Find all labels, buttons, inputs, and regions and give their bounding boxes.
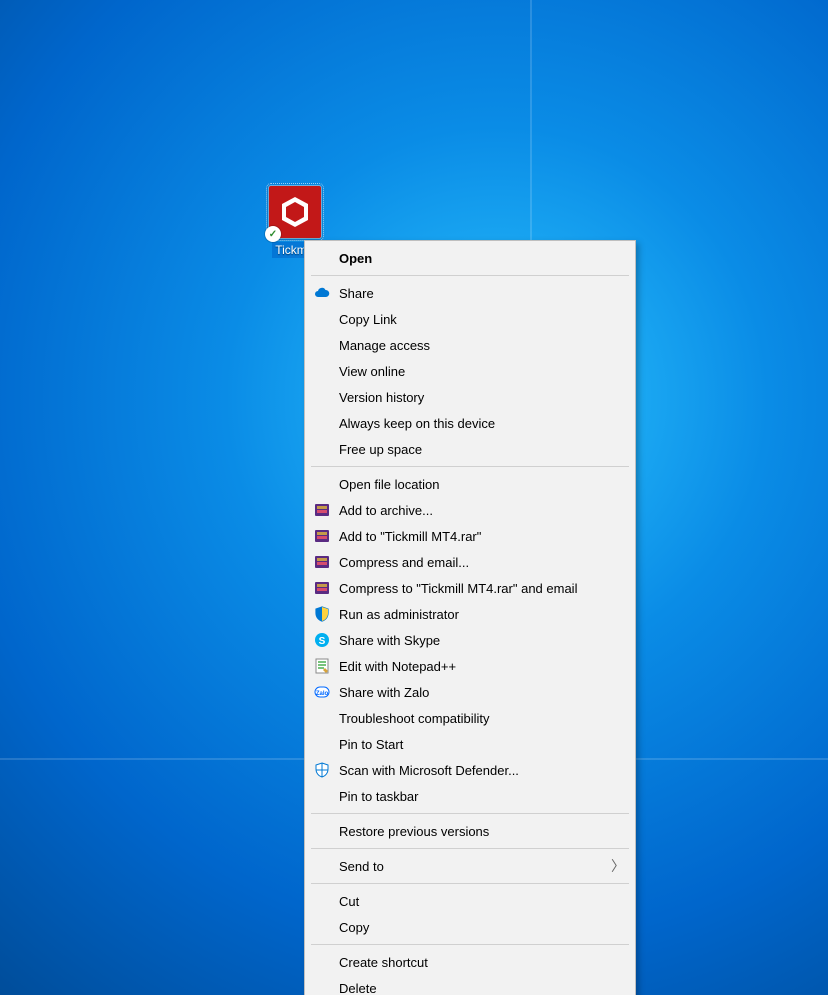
winrar-icon xyxy=(313,527,331,545)
menu-item-send-to[interactable]: Send to 〉 xyxy=(307,853,633,879)
menu-item-label: Create shortcut xyxy=(339,955,428,970)
menu-item-label: Version history xyxy=(339,390,424,405)
menu-item-create-shortcut[interactable]: Create shortcut xyxy=(307,949,633,975)
menu-item-label: View online xyxy=(339,364,405,379)
menu-item-version-history[interactable]: Version history xyxy=(307,384,633,410)
tickmill-app-icon xyxy=(269,186,321,238)
zalo-icon xyxy=(313,683,331,701)
menu-item-label: Compress to "Tickmill MT4.rar" and email xyxy=(339,581,577,596)
menu-item-scan-with-microsoft-defender[interactable]: Scan with Microsoft Defender... xyxy=(307,757,633,783)
menu-item-label: Scan with Microsoft Defender... xyxy=(339,763,519,778)
menu-item-label: Free up space xyxy=(339,442,422,457)
sync-check-badge-icon xyxy=(265,226,281,242)
menu-item-compress-and-email[interactable]: Compress and email... xyxy=(307,549,633,575)
menu-item-compress-to-tickmill-mt4-rar-and-email[interactable]: Compress to "Tickmill MT4.rar" and email xyxy=(307,575,633,601)
menu-item-label: Always keep on this device xyxy=(339,416,495,431)
menu-item-label: Open xyxy=(339,251,372,266)
menu-item-share-with-skype[interactable]: Share with Skype xyxy=(307,627,633,653)
menu-item-cut[interactable]: Cut xyxy=(307,888,633,914)
menu-separator xyxy=(311,466,629,467)
menu-separator xyxy=(311,848,629,849)
menu-separator xyxy=(311,275,629,276)
menu-item-open[interactable]: Open xyxy=(307,245,633,271)
menu-item-share-with-zalo[interactable]: Share with Zalo xyxy=(307,679,633,705)
menu-item-add-to-archive[interactable]: Add to archive... xyxy=(307,497,633,523)
menu-item-label: Pin to taskbar xyxy=(339,789,419,804)
menu-item-label: Restore previous versions xyxy=(339,824,489,839)
winrar-icon xyxy=(313,579,331,597)
menu-separator xyxy=(311,944,629,945)
menu-item-label: Run as administrator xyxy=(339,607,459,622)
menu-item-label: Add to archive... xyxy=(339,503,433,518)
menu-item-free-up-space[interactable]: Free up space xyxy=(307,436,633,462)
context-menu[interactable]: Open Share Copy Link Manage access View onli… xyxy=(304,240,636,995)
menu-separator xyxy=(311,813,629,814)
menu-item-add-to-tickmill-mt4-rar[interactable]: Add to "Tickmill MT4.rar" xyxy=(307,523,633,549)
menu-item-label: Open file location xyxy=(339,477,439,492)
menu-item-view-online[interactable]: View online xyxy=(307,358,633,384)
menu-item-always-keep-on-this-device[interactable]: Always keep on this device xyxy=(307,410,633,436)
menu-item-troubleshoot-compatibility[interactable]: Troubleshoot compatibility xyxy=(307,705,633,731)
winrar-icon xyxy=(313,553,331,571)
menu-item-label: Share with Zalo xyxy=(339,685,429,700)
menu-item-copy-link[interactable]: Copy Link xyxy=(307,306,633,332)
shield-admin-icon xyxy=(313,605,331,623)
menu-item-label: Pin to Start xyxy=(339,737,403,752)
menu-item-label: Troubleshoot compatibility xyxy=(339,711,490,726)
menu-item-edit-with-notepad[interactable]: Edit with Notepad++ xyxy=(307,653,633,679)
menu-separator xyxy=(311,883,629,884)
menu-item-delete[interactable]: Delete xyxy=(307,975,633,995)
menu-item-label: Send to xyxy=(339,859,384,874)
defender-icon xyxy=(313,761,331,779)
menu-item-share[interactable]: Share xyxy=(307,280,633,306)
menu-item-pin-to-start[interactable]: Pin to Start xyxy=(307,731,633,757)
menu-item-label: Add to "Tickmill MT4.rar" xyxy=(339,529,481,544)
menu-item-label: Edit with Notepad++ xyxy=(339,659,456,674)
menu-item-label: Delete xyxy=(339,981,377,995)
menu-item-label: Cut xyxy=(339,894,359,909)
menu-item-label: Share xyxy=(339,286,374,301)
notepadpp-icon xyxy=(313,657,331,675)
skype-icon xyxy=(313,631,331,649)
menu-item-manage-access[interactable]: Manage access xyxy=(307,332,633,358)
menu-item-label: Manage access xyxy=(339,338,430,353)
menu-item-copy[interactable]: Copy xyxy=(307,914,633,940)
menu-item-label: Copy Link xyxy=(339,312,397,327)
menu-item-label: Copy xyxy=(339,920,369,935)
menu-item-label: Compress and email... xyxy=(339,555,469,570)
menu-item-label: Share with Skype xyxy=(339,633,440,648)
menu-item-run-as-administrator[interactable]: Run as administrator xyxy=(307,601,633,627)
submenu-arrow-icon: 〉 xyxy=(611,856,625,876)
winrar-icon xyxy=(313,501,331,519)
menu-item-restore-previous-versions[interactable]: Restore previous versions xyxy=(307,818,633,844)
desktop[interactable]: Tickmill OpenShareCopy LinkManage access… xyxy=(0,0,828,995)
menu-item-pin-to-taskbar[interactable]: Pin to taskbar xyxy=(307,783,633,809)
menu-item-open-file-location[interactable]: Open file location xyxy=(307,471,633,497)
onedrive-cloud-icon xyxy=(313,284,331,302)
